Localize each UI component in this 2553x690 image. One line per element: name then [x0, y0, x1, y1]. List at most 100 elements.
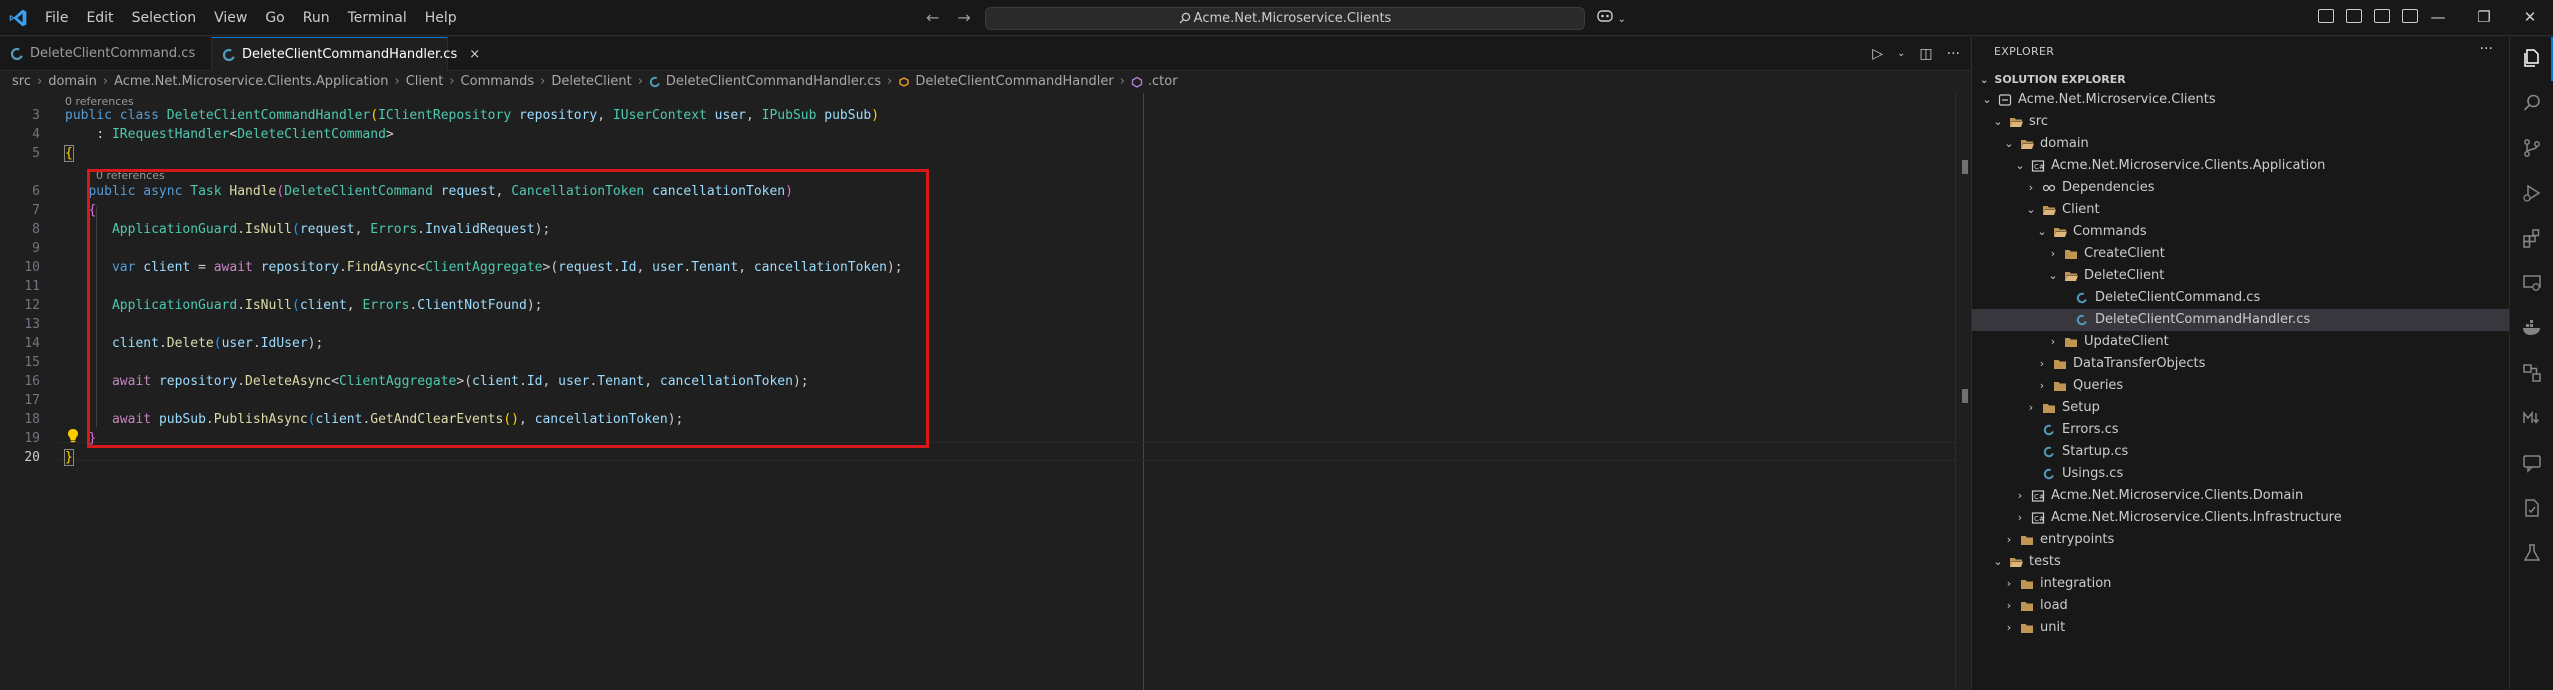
chevron-down-icon[interactable]: ⌄ — [2024, 199, 2038, 221]
breadcrumb-item[interactable]: .ctor — [1148, 71, 1178, 93]
remote-explorer-icon[interactable] — [2521, 272, 2543, 294]
explorer-files-icon[interactable] — [2521, 47, 2543, 69]
menu-run[interactable]: Run — [294, 6, 339, 30]
chevron-right-icon[interactable]: › — [2013, 507, 2027, 529]
editor-actions: ▷ ⌄ ◫ ··· — [1872, 46, 1960, 62]
chevron-right-icon[interactable]: › — [2046, 243, 2060, 265]
tree-item[interactable]: ⌄ domain — [1972, 133, 2509, 155]
close-tab-icon[interactable]: × — [469, 47, 480, 62]
chevron-right-icon[interactable]: › — [2002, 529, 2016, 551]
menu-edit[interactable]: Edit — [77, 6, 122, 30]
chevron-down-icon[interactable]: ⌄ — [2035, 221, 2049, 243]
tree-item[interactable]: › CreateClient — [1972, 243, 2509, 265]
tree-item[interactable]: ⌄ tests — [1972, 551, 2509, 573]
split-editor-icon[interactable]: ◫ — [1919, 46, 1932, 62]
extensions-icon[interactable] — [2521, 227, 2543, 249]
tree-item[interactable]: › Queries — [1972, 375, 2509, 397]
source-control-icon[interactable] — [2521, 137, 2543, 159]
codelens-references[interactable]: 0 references — [65, 95, 134, 108]
menu-file[interactable]: File — [36, 6, 77, 30]
run-debug-icon[interactable] — [2521, 182, 2543, 204]
menu-selection[interactable]: Selection — [123, 6, 206, 30]
docker-icon[interactable] — [2521, 317, 2543, 339]
tree-item[interactable]: › entrypoints — [1972, 529, 2509, 551]
tree-item-label: tests — [2029, 554, 2061, 569]
tree-item[interactable]: › unit — [1972, 617, 2509, 639]
csharp-icon — [649, 76, 661, 88]
chevron-down-icon[interactable]: ⌄ — [2002, 133, 2016, 155]
markdown-icon[interactable] — [2521, 407, 2543, 429]
test-file-icon[interactable] — [2521, 497, 2543, 519]
chevron-down-icon[interactable]: ⌄ — [1991, 111, 2005, 133]
minimize-icon[interactable]: — — [2415, 0, 2461, 36]
forward-arrow-icon[interactable]: → — [957, 8, 970, 27]
menu-help[interactable]: Help — [416, 6, 466, 30]
breadcrumb-item[interactable]: Acme.Net.Microservice.Clients.Applicatio… — [114, 71, 388, 93]
search-icon[interactable] — [2521, 92, 2543, 114]
toggle-secondary-sidebar-icon[interactable] — [2374, 9, 2390, 23]
breadcrumb-item[interactable]: Commands — [461, 71, 535, 93]
tree-item[interactable]: › C# Acme.Net.Microservice.Clients.Domain — [1972, 485, 2509, 507]
tree-item[interactable]: DeleteClientCommandHandler.cs — [1972, 309, 2509, 331]
solution-explorer-header[interactable]: ⌄ SOLUTION EXPLORER — [1980, 73, 2126, 86]
lightbulb-icon[interactable] — [66, 428, 80, 444]
chevron-down-icon[interactable]: ⌄ — [1980, 89, 1994, 111]
tree-item[interactable]: ⌄ DeleteClient — [1972, 265, 2509, 287]
code-editor[interactable]: 3 4 5 6 7 8 9 10 11 12 13 14 15 16 17 18… — [0, 93, 1970, 690]
tree-item[interactable]: › C# Acme.Net.Microservice.Clients.Infrast… — [1972, 507, 2509, 529]
chevron-down-icon[interactable]: ⌄ — [2013, 155, 2027, 177]
chevron-down-icon[interactable]: ⌄ — [2046, 265, 2060, 287]
chevron-right-icon[interactable]: › — [2035, 375, 2049, 397]
chat-icon[interactable] — [2521, 452, 2543, 474]
tree-item[interactable]: › Dependencies — [1972, 177, 2509, 199]
connections-icon[interactable] — [2521, 362, 2543, 384]
tree-item[interactable]: › integration — [1972, 573, 2509, 595]
menu-go[interactable]: Go — [256, 6, 293, 30]
tree-item[interactable]: Errors.cs — [1972, 419, 2509, 441]
breadcrumb-item[interactable]: src — [12, 71, 31, 93]
chevron-right-icon[interactable]: › — [2024, 397, 2038, 419]
command-center-search[interactable]: Acme.Net.Microservice.Clients — [985, 7, 1585, 30]
chevron-right-icon[interactable]: › — [2002, 573, 2016, 595]
tree-item[interactable]: ⌄ Commands — [1972, 221, 2509, 243]
run-dropdown-icon[interactable]: ⌄ — [1897, 46, 1905, 62]
explorer-more-icon[interactable]: ··· — [2480, 41, 2493, 57]
tree-item[interactable]: DeleteClientCommand.cs — [1972, 287, 2509, 309]
chevron-right-icon[interactable]: › — [2002, 617, 2016, 639]
tree-item[interactable]: › UpdateClient — [1972, 331, 2509, 353]
menu-view[interactable]: View — [205, 6, 256, 30]
breadcrumb-item[interactable]: DeleteClientCommandHandler.cs — [666, 71, 881, 93]
breadcrumb-item[interactable]: DeleteClientCommandHandler — [915, 71, 1113, 93]
tab-deleteclientcommandhandler[interactable]: DeleteClientCommandHandler.cs × — [212, 37, 480, 71]
menu-terminal[interactable]: Terminal — [339, 6, 416, 30]
tree-item[interactable]: ⌄ C# Acme.Net.Microservice.Clients.Applica… — [1972, 155, 2509, 177]
chevron-right-icon[interactable]: › — [2013, 485, 2027, 507]
tree-item[interactable]: Usings.cs — [1972, 463, 2509, 485]
toggle-primary-sidebar-icon[interactable] — [2318, 9, 2334, 23]
copilot-icon[interactable]: ⌄ — [1597, 8, 1626, 26]
testing-flask-icon[interactable] — [2521, 542, 2543, 564]
close-window-icon[interactable]: ✕ — [2507, 0, 2553, 36]
scrollbar-thumb[interactable] — [1962, 160, 1968, 174]
toggle-panel-icon[interactable] — [2346, 9, 2362, 23]
back-arrow-icon[interactable]: ← — [926, 8, 939, 27]
restore-icon[interactable]: ❐ — [2461, 0, 2507, 36]
more-actions-icon[interactable]: ··· — [1947, 46, 1960, 62]
tree-item[interactable]: Startup.cs — [1972, 441, 2509, 463]
tree-item[interactable]: ⌄ src — [1972, 111, 2509, 133]
tree-item[interactable]: › load — [1972, 595, 2509, 617]
chevron-right-icon[interactable]: › — [2002, 595, 2016, 617]
tree-item[interactable]: ⌄ Acme.Net.Microservice.Clients — [1972, 89, 2509, 111]
chevron-right-icon[interactable]: › — [2035, 353, 2049, 375]
run-icon[interactable]: ▷ — [1872, 46, 1883, 62]
tree-item[interactable]: › DataTransferObjects — [1972, 353, 2509, 375]
tab-deleteclientcommand[interactable]: DeleteClientCommand.cs — [0, 37, 212, 71]
tree-item[interactable]: ⌄ Client — [1972, 199, 2509, 221]
chevron-right-icon[interactable]: › — [2046, 331, 2060, 353]
chevron-right-icon[interactable]: › — [2024, 177, 2038, 199]
breadcrumb-item[interactable]: Client — [406, 71, 444, 93]
breadcrumb-item[interactable]: DeleteClient — [551, 71, 631, 93]
tree-item[interactable]: › Setup — [1972, 397, 2509, 419]
breadcrumb-item[interactable]: domain — [48, 71, 97, 93]
chevron-down-icon[interactable]: ⌄ — [1991, 551, 2005, 573]
